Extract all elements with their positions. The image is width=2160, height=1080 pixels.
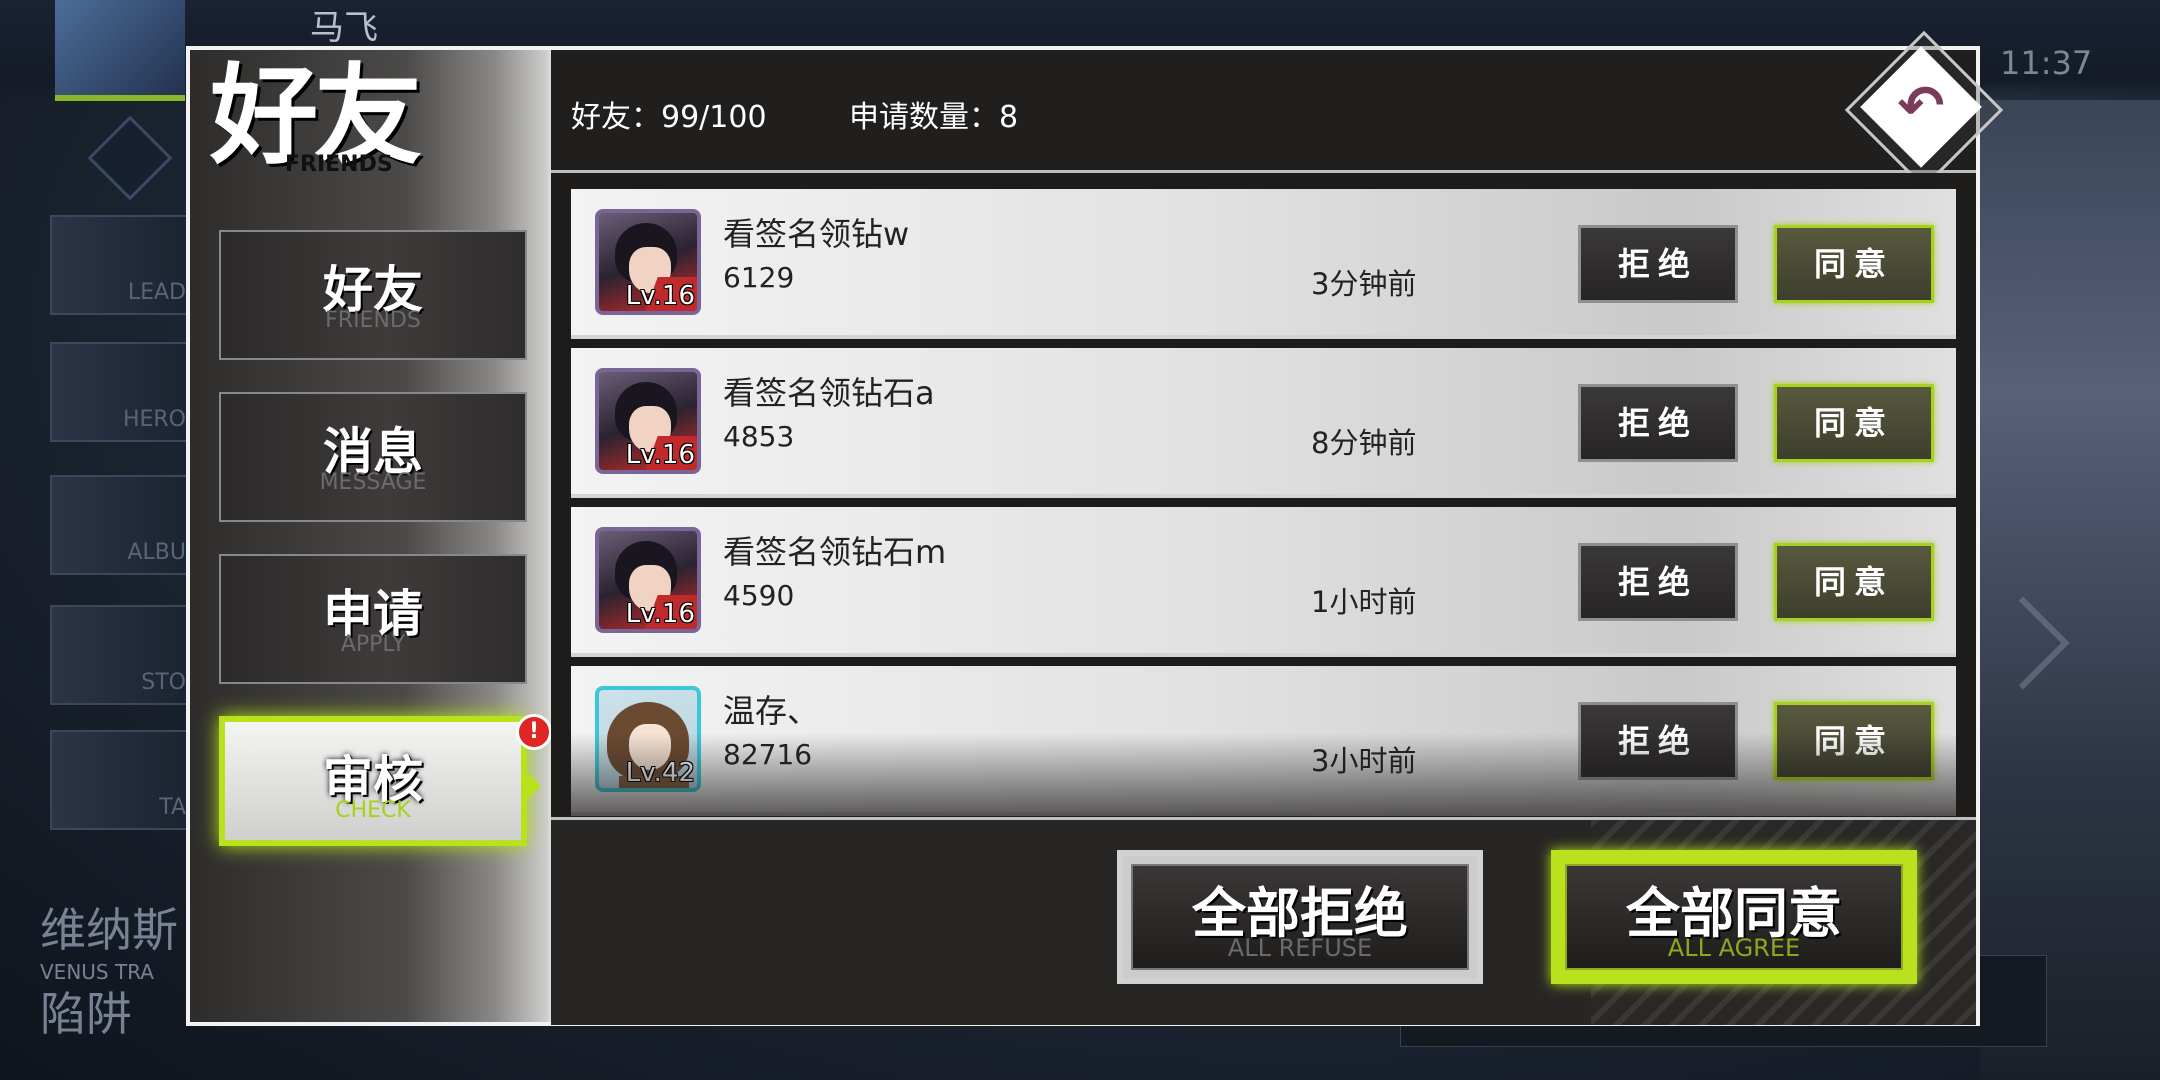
tab-apply[interactable]: 申请 APPLY bbox=[219, 554, 527, 684]
list-item: Lv.16 看签名领钻w 6129 3分钟前 拒绝 同意 bbox=[571, 189, 1956, 339]
player-id: 4853 bbox=[723, 420, 795, 453]
player-name: 看签名领钻w bbox=[723, 215, 910, 253]
bg-menu-item: ALBU bbox=[50, 475, 194, 575]
level-label: Lv.16 bbox=[625, 281, 695, 311]
request-list[interactable]: Lv.16 看签名领钻w 6129 3分钟前 拒绝 同意 Lv.16 看签名领钻… bbox=[551, 173, 1976, 863]
agree-button[interactable]: 同意 bbox=[1774, 702, 1934, 780]
refuse-all-button[interactable]: 全部拒绝 ALL REFUSE bbox=[1117, 850, 1483, 984]
request-time: 3分钟前 bbox=[1311, 267, 1417, 301]
player-name: 看签名领钻石a bbox=[723, 374, 935, 412]
active-tab-pointer bbox=[527, 772, 541, 800]
request-time: 8分钟前 bbox=[1311, 426, 1417, 460]
friends-count: 好友：99/100 bbox=[571, 100, 767, 135]
refuse-button[interactable]: 拒绝 bbox=[1578, 225, 1738, 303]
avatar: Lv.42 bbox=[595, 686, 701, 792]
list-item: Lv.16 看签名领钻石a 4853 8分钟前 拒绝 同意 bbox=[571, 348, 1956, 498]
tab-check[interactable]: 审核 CHECK bbox=[219, 716, 541, 846]
collapse-menu-icon bbox=[87, 115, 173, 201]
player-id: 82716 bbox=[723, 738, 813, 771]
footer-actions: 全部拒绝 ALL REFUSE 全部同意 ALL AGREE bbox=[551, 817, 1976, 1025]
refuse-all-sublabel: ALL REFUSE bbox=[1227, 934, 1373, 962]
friends-dialog: 好友 FRIENDS 好友 FRIENDS 消息 MESSAGE 申请 APPL… bbox=[186, 30, 2004, 1026]
bg-menu-item: LEAD bbox=[50, 215, 194, 315]
tab-message[interactable]: 消息 MESSAGE bbox=[219, 392, 527, 522]
exclamation-icon: ! bbox=[516, 714, 552, 750]
level-label: Lv.16 bbox=[625, 599, 695, 629]
refuse-button[interactable]: 拒绝 bbox=[1578, 702, 1738, 780]
player-name: 看签名领钻石m bbox=[723, 533, 947, 571]
bg-menu-item: STO bbox=[50, 605, 194, 705]
player-avatar bbox=[55, 0, 185, 101]
request-time: 1小时前 bbox=[1311, 585, 1417, 619]
refuse-button[interactable]: 拒绝 bbox=[1578, 384, 1738, 462]
agree-button[interactable]: 同意 bbox=[1774, 384, 1934, 462]
tab-sublabel: MESSAGE bbox=[221, 470, 525, 496]
agree-button[interactable]: 同意 bbox=[1774, 225, 1934, 303]
request-time: 3小时前 bbox=[1311, 744, 1417, 778]
tab-sublabel: FRIENDS bbox=[221, 308, 525, 334]
agree-all-sublabel: ALL AGREE bbox=[1667, 934, 1801, 962]
header-stats: 好友：99/100 申请数量：8 bbox=[551, 50, 1976, 173]
background-artwork bbox=[1980, 100, 2160, 1080]
avatar: Lv.16 bbox=[595, 368, 701, 474]
bg-menu-item: HERO bbox=[50, 342, 194, 442]
tab-friends[interactable]: 好友 FRIENDS bbox=[219, 230, 527, 360]
tab-sublabel: CHECK bbox=[225, 798, 521, 824]
undo-arrow-icon: ↶ bbox=[1897, 74, 1945, 139]
avatar: Lv.16 bbox=[595, 527, 701, 633]
agree-all-button[interactable]: 全部同意 ALL AGREE bbox=[1551, 850, 1917, 984]
player-id: 6129 bbox=[723, 261, 795, 294]
request-count: 申请数量：8 bbox=[849, 100, 1019, 135]
list-item: Lv.42 温存、 82716 3小时前 拒绝 同意 bbox=[571, 666, 1956, 816]
player-name: 温存、 bbox=[723, 692, 820, 730]
tab-sublabel: APPLY bbox=[221, 632, 525, 658]
level-label: Lv.42 bbox=[625, 758, 695, 788]
dialog-subtitle: FRIENDS bbox=[285, 152, 393, 177]
refuse-button[interactable]: 拒绝 bbox=[1578, 543, 1738, 621]
level-label: Lv.16 bbox=[625, 440, 695, 470]
sidebar: 好友 FRIENDS 好友 FRIENDS 消息 MESSAGE 申请 APPL… bbox=[190, 50, 552, 1022]
avatar: Lv.16 bbox=[595, 209, 701, 315]
agree-button[interactable]: 同意 bbox=[1774, 543, 1934, 621]
list-item: Lv.16 看签名领钻石m 4590 1小时前 拒绝 同意 bbox=[571, 507, 1956, 657]
back-button[interactable]: ↶ bbox=[1844, 30, 2004, 190]
player-id: 4590 bbox=[723, 579, 795, 612]
clock: 11:37 bbox=[2000, 44, 2093, 82]
bg-menu-item: TA bbox=[50, 730, 194, 830]
player-name: 马飞 bbox=[310, 8, 378, 48]
